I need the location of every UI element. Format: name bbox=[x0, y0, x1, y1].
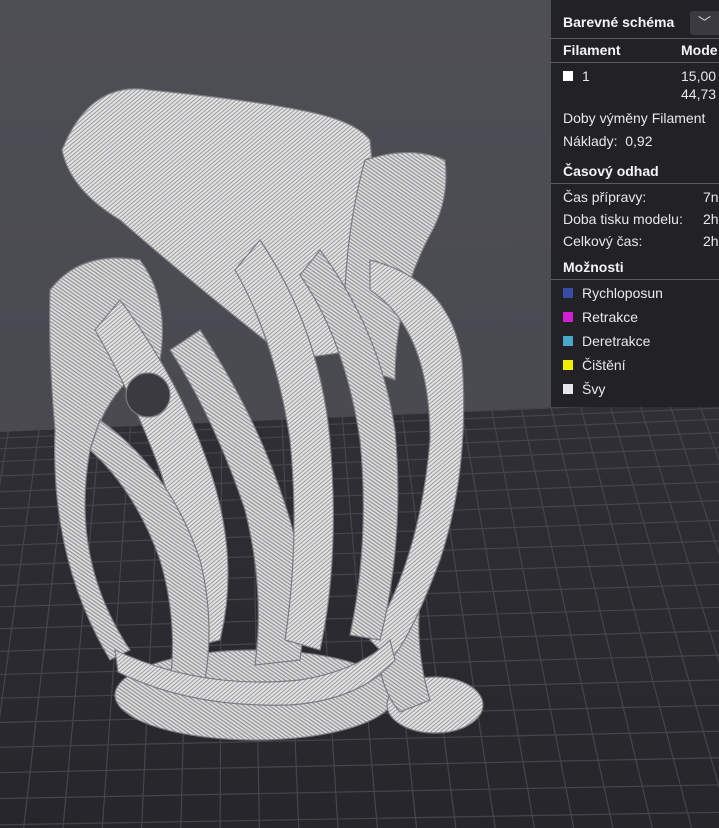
option-retraction[interactable]: Retrakce bbox=[563, 309, 638, 325]
model-column-header: Mode bbox=[681, 42, 718, 58]
option-color-swatch bbox=[563, 384, 573, 394]
divider bbox=[551, 183, 719, 184]
prep-time-label: Čas přípravy: bbox=[563, 189, 647, 205]
cost-label: Náklady: bbox=[563, 133, 618, 149]
cost-value: 0,92 bbox=[625, 133, 653, 149]
time-estimate-header: Časový odhad bbox=[563, 163, 659, 179]
prep-time-value: 7n bbox=[703, 189, 719, 205]
filament-usage-line2: 44,73 bbox=[681, 86, 717, 102]
model-print-time-label: Doba tisku modelu: bbox=[563, 211, 683, 227]
cost-row: Náklady: 0,92 bbox=[563, 133, 653, 149]
option-deretraction[interactable]: Deretrakce bbox=[563, 333, 650, 349]
option-color-swatch bbox=[563, 336, 573, 346]
color-scheme-label: Barevné schéma bbox=[563, 14, 675, 30]
option-color-swatch bbox=[563, 288, 573, 298]
divider bbox=[551, 38, 719, 39]
total-time-label: Celkový čas: bbox=[563, 233, 643, 249]
filament-usage-line1: 15,00 bbox=[681, 68, 717, 84]
filament-change-label: Doby výměny Filament bbox=[563, 110, 706, 126]
total-time-value: 2h bbox=[703, 233, 719, 249]
option-seams[interactable]: Švy bbox=[563, 381, 605, 397]
divider bbox=[551, 279, 719, 280]
chevron-down-icon: ﹀ bbox=[698, 15, 712, 30]
model-print-time-value: 2h bbox=[703, 211, 719, 227]
slice-summary-panel: Barevné schéma ﹀ Filament Mode 1 15,00 4… bbox=[551, 0, 719, 407]
option-wipe[interactable]: Čištění bbox=[563, 357, 626, 373]
color-scheme-dropdown[interactable]: ﹀ bbox=[690, 11, 719, 35]
filament-row-id: 1 bbox=[563, 68, 590, 84]
option-color-swatch bbox=[563, 360, 573, 370]
options-header: Možnosti bbox=[563, 259, 624, 275]
option-color-swatch bbox=[563, 312, 573, 322]
filament-column-header: Filament bbox=[563, 42, 621, 58]
filament-color-swatch bbox=[563, 71, 573, 81]
option-travel[interactable]: Rychloposun bbox=[563, 285, 663, 301]
divider bbox=[551, 62, 719, 63]
